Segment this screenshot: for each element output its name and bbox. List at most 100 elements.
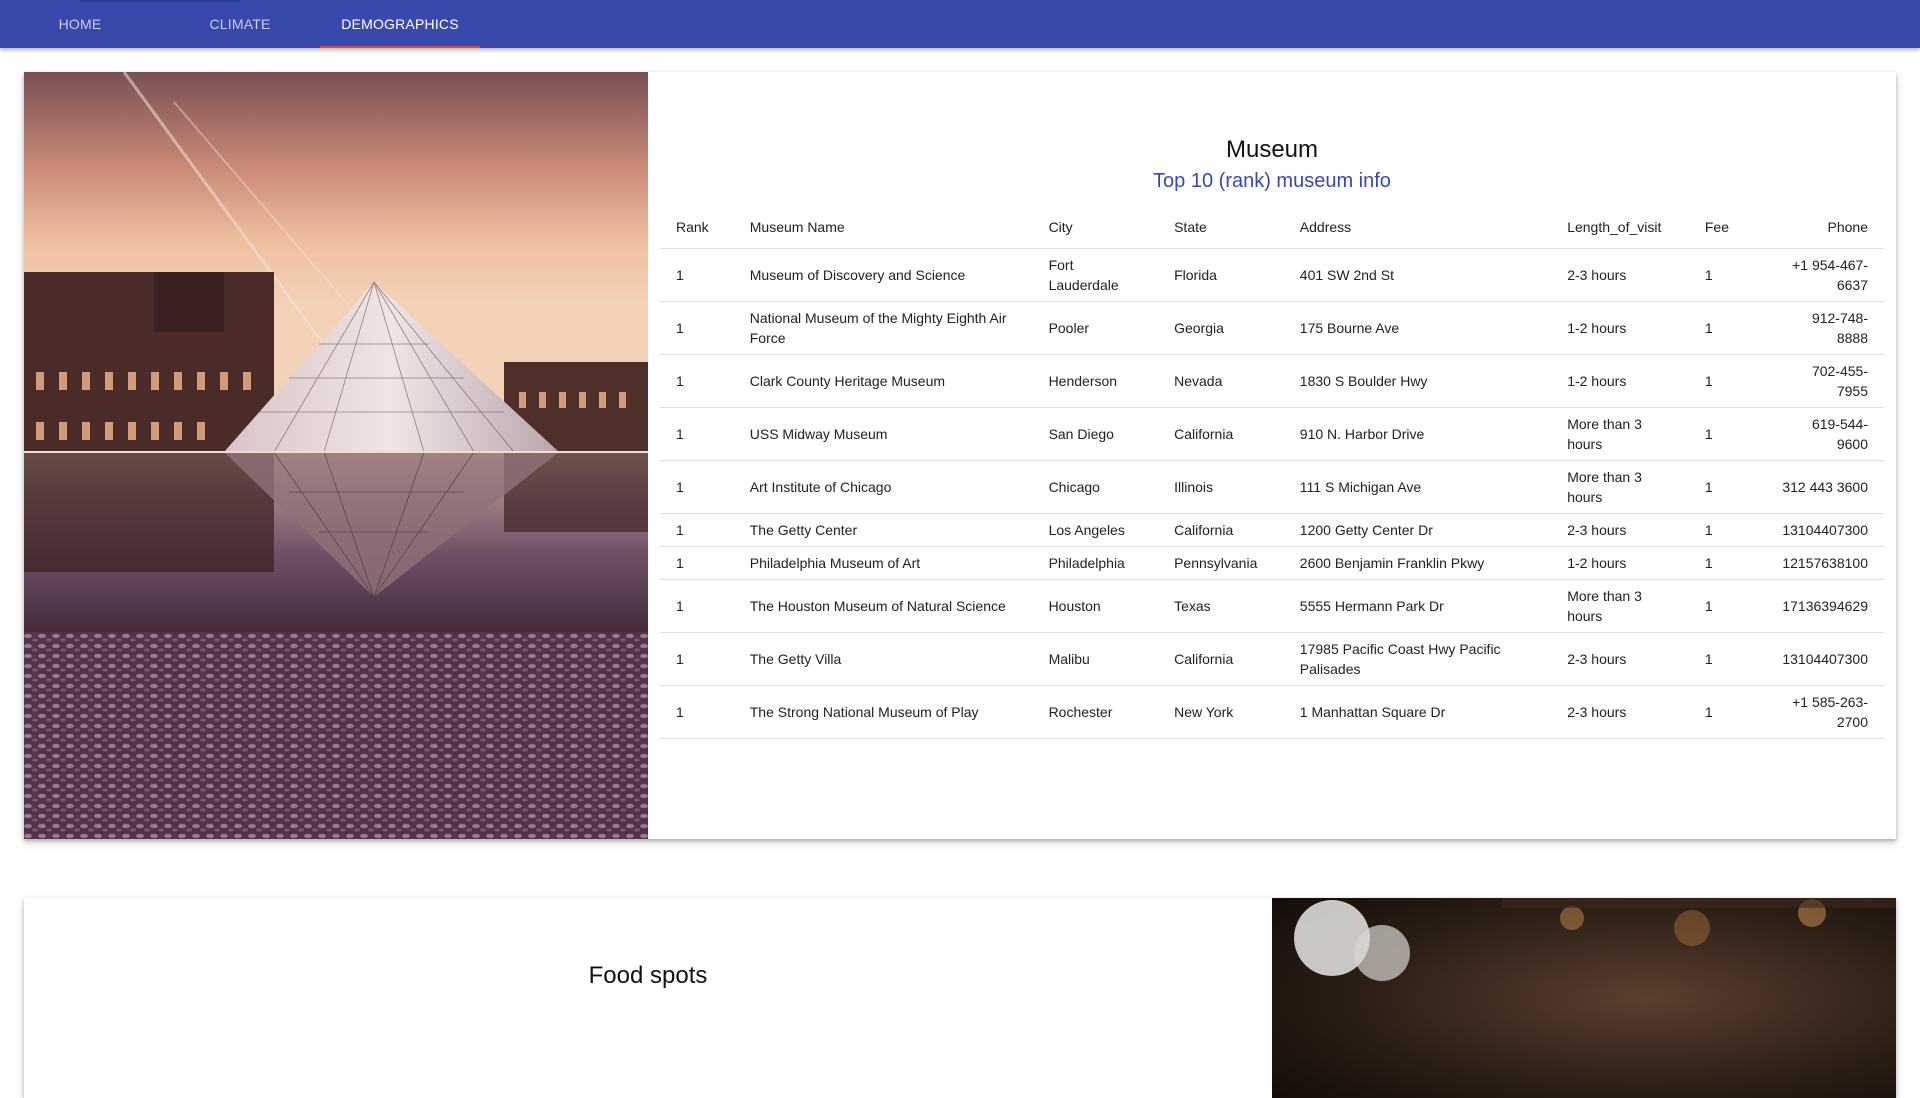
restaurant-interior-photo	[1272, 898, 1896, 1098]
cell-length-of-visit: 1-2 hours	[1551, 354, 1689, 408]
column-header-address: Address	[1283, 206, 1552, 249]
cell-phone: 619-544-9600	[1766, 407, 1884, 461]
table-header-row: Rank Museum Name City State Address Leng…	[660, 206, 1884, 249]
cell-phone: +1 585-263-2700	[1766, 685, 1884, 739]
cell-phone: 17136394629	[1766, 579, 1884, 633]
cell-length-of-visit: 2-3 hours	[1551, 632, 1689, 686]
cell-rank: 1	[660, 685, 734, 739]
cell-fee: 1	[1688, 546, 1767, 580]
cell-address: 1200 Getty Center Dr	[1283, 513, 1552, 547]
cell-state: California	[1158, 632, 1284, 686]
table-row: 1 National Museum of the Mighty Eighth A…	[660, 301, 1884, 355]
cell-city: Rochester	[1032, 685, 1159, 739]
cell-rank: 1	[660, 579, 734, 633]
cell-fee: 1	[1688, 513, 1767, 547]
cell-rank: 1	[660, 301, 734, 355]
cell-fee: 1	[1688, 354, 1767, 408]
cell-state: Florida	[1158, 248, 1284, 302]
cell-city: Fort Lauderdale	[1032, 248, 1159, 302]
table-row: 1 Philadelphia Museum of Art Philadelphi…	[660, 546, 1884, 580]
cell-museum-name: The Strong National Museum of Play	[733, 685, 1033, 739]
card-title: Food spots	[588, 962, 708, 989]
cell-state: New York	[1158, 685, 1284, 739]
cell-length-of-visit: 2-3 hours	[1551, 248, 1689, 302]
cell-city: Houston	[1032, 579, 1159, 633]
cell-phone: +1 954-467-6637	[1766, 248, 1884, 302]
cell-museum-name: The Houston Museum of Natural Science	[733, 579, 1033, 633]
cell-museum-name: The Getty Center	[733, 513, 1033, 547]
table-row: 1 Clark County Heritage Museum Henderson…	[660, 354, 1884, 408]
table-row: 1 The Houston Museum of Natural Science …	[660, 579, 1884, 633]
cell-rank: 1	[660, 407, 734, 461]
cell-museum-name: Museum of Discovery and Science	[733, 248, 1033, 302]
cell-state: Illinois	[1158, 460, 1284, 514]
card-title: Museum	[1225, 136, 1319, 163]
cell-city: Philadelphia	[1032, 546, 1159, 580]
cell-museum-name: Clark County Heritage Museum	[733, 354, 1033, 408]
cell-length-of-visit: More than 3 hours	[1551, 460, 1689, 514]
louvre-pyramid-photo	[24, 72, 648, 839]
cell-city: San Diego	[1032, 407, 1159, 461]
cell-rank: 1	[660, 354, 734, 408]
cell-state: California	[1158, 407, 1284, 461]
cell-address: 910 N. Harbor Drive	[1283, 407, 1552, 461]
cell-city: Henderson	[1032, 354, 1159, 408]
cell-address: 111 S Michigan Ave	[1283, 460, 1552, 514]
table-row: 1 USS Midway Museum San Diego California…	[660, 407, 1884, 461]
cell-rank: 1	[660, 460, 734, 514]
tab-demographics[interactable]: DEMOGRAPHICS	[320, 0, 480, 48]
cell-rank: 1	[660, 632, 734, 686]
cell-length-of-visit: 2-3 hours	[1551, 685, 1689, 739]
table-row: 1 Museum of Discovery and Science Fort L…	[660, 248, 1884, 302]
cell-phone: 912-748-8888	[1766, 301, 1884, 355]
cell-phone: 312 443 3600	[1766, 460, 1884, 514]
cell-museum-name: Philadelphia Museum of Art	[733, 546, 1033, 580]
cell-length-of-visit: More than 3 hours	[1551, 579, 1689, 633]
cell-phone: 13104407300	[1766, 513, 1884, 547]
tab-home[interactable]: HOME	[0, 0, 160, 48]
cell-city: Chicago	[1032, 460, 1159, 514]
museum-table: Rank Museum Name City State Address Leng…	[660, 206, 1884, 739]
table-row: 1 The Getty Center Los Angeles Californi…	[660, 513, 1884, 547]
cell-address: 2600 Benjamin Franklin Pkwy	[1283, 546, 1552, 580]
column-header-museum-name: Museum Name	[733, 206, 1033, 249]
cell-length-of-visit: 1-2 hours	[1551, 301, 1689, 355]
column-header-fee: Fee	[1688, 206, 1767, 249]
cell-fee: 1	[1688, 460, 1767, 514]
museum-card: Museum Top 10 (rank) museum info Rank Mu…	[24, 72, 1896, 839]
cell-address: 401 SW 2nd St	[1283, 248, 1552, 302]
cell-rank: 1	[660, 546, 734, 580]
cell-state: Nevada	[1158, 354, 1284, 408]
cell-phone: 12157638100	[1766, 546, 1884, 580]
cell-fee: 1	[1688, 632, 1767, 686]
cell-city: Malibu	[1032, 632, 1159, 686]
cell-fee: 1	[1688, 407, 1767, 461]
card-subtitle: Top 10 (rank) museum info	[1153, 170, 1391, 192]
table-row: 1 Art Institute of Chicago Chicago Illin…	[660, 460, 1884, 514]
cell-address: 175 Bourne Ave	[1283, 301, 1552, 355]
top-nav-bar: HOME CLIMATE DEMOGRAPHICS	[0, 0, 1920, 48]
cell-state: California	[1158, 513, 1284, 547]
cell-museum-name: USS Midway Museum	[733, 407, 1033, 461]
cell-state: Texas	[1158, 579, 1284, 633]
cell-address: 1 Manhattan Square Dr	[1283, 685, 1552, 739]
column-header-rank: Rank	[660, 206, 734, 249]
column-header-phone: Phone	[1766, 206, 1884, 249]
cell-fee: 1	[1688, 248, 1767, 302]
cell-address: 1830 S Boulder Hwy	[1283, 354, 1552, 408]
cell-length-of-visit: More than 3 hours	[1551, 407, 1689, 461]
cell-fee: 1	[1688, 579, 1767, 633]
museum-content: Museum Top 10 (rank) museum info Rank Mu…	[660, 72, 1884, 839]
cell-phone: 702-455-7955	[1766, 354, 1884, 408]
food-card: Food spots	[24, 898, 1896, 1098]
active-tab-indicator	[320, 46, 480, 48]
column-header-city: City	[1032, 206, 1159, 249]
cell-length-of-visit: 2-3 hours	[1551, 513, 1689, 547]
column-header-length-of-visit: Length_of_visit	[1551, 206, 1689, 249]
cell-rank: 1	[660, 248, 734, 302]
table-row: 1 The Strong National Museum of Play Roc…	[660, 685, 1884, 739]
cell-address: 17985 Pacific Coast Hwy Pacific Palisade…	[1283, 632, 1552, 686]
cell-rank: 1	[660, 513, 734, 547]
tab-climate[interactable]: CLIMATE	[160, 0, 320, 48]
cell-state: Pennsylvania	[1158, 546, 1284, 580]
